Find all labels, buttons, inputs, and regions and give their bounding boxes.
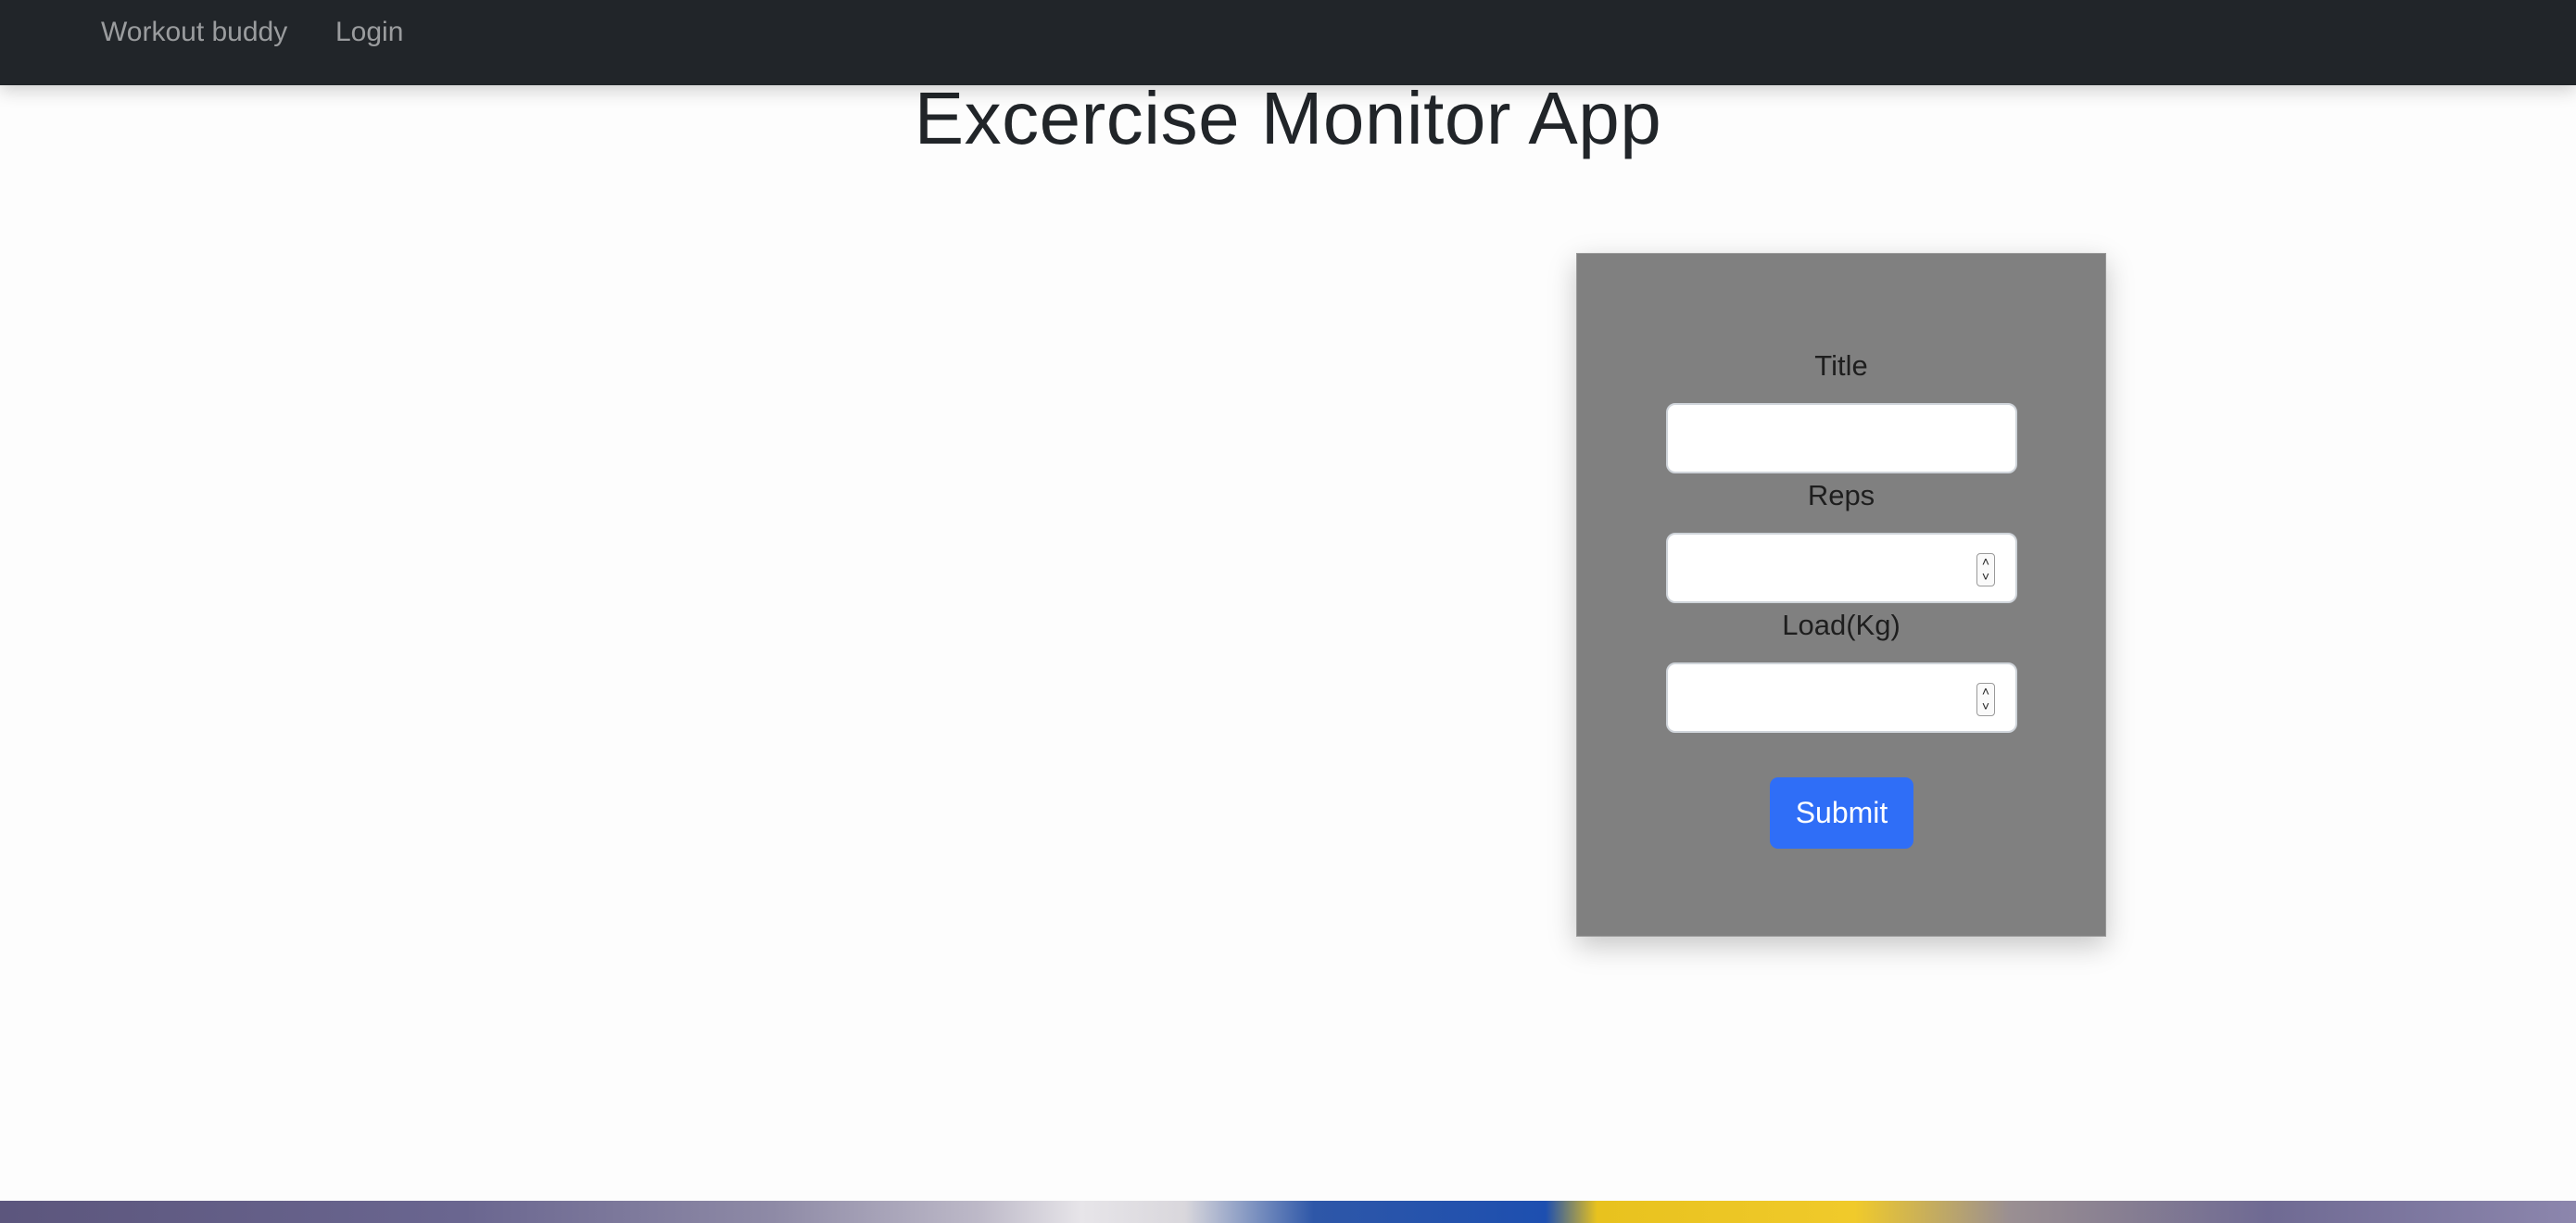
load-label: Load(Kg) <box>1782 609 1900 641</box>
reps-input[interactable]: ˄ ˅ <box>1666 533 2017 603</box>
top-navbar: Workout buddy Login <box>0 0 2576 85</box>
reps-spinner[interactable]: ˄ ˅ <box>1976 553 1995 586</box>
background-image-strip <box>0 1201 2576 1223</box>
login-link[interactable]: Login <box>335 17 403 48</box>
reps-label: Reps <box>1807 479 1875 511</box>
load-spinner[interactable]: ˄ ˅ <box>1976 683 1995 716</box>
page-title: Excercise Monitor App <box>914 77 1662 159</box>
submit-button[interactable]: Submit <box>1770 777 1913 849</box>
exercise-form: Title Reps ˄ ˅ Load(Kg) ˄ ˅ Submit <box>1576 253 2106 937</box>
brand-link[interactable]: Workout buddy <box>101 17 287 48</box>
load-input[interactable]: ˄ ˅ <box>1666 662 2017 733</box>
title-input[interactable] <box>1666 403 2017 473</box>
title-label: Title <box>1814 349 1868 382</box>
